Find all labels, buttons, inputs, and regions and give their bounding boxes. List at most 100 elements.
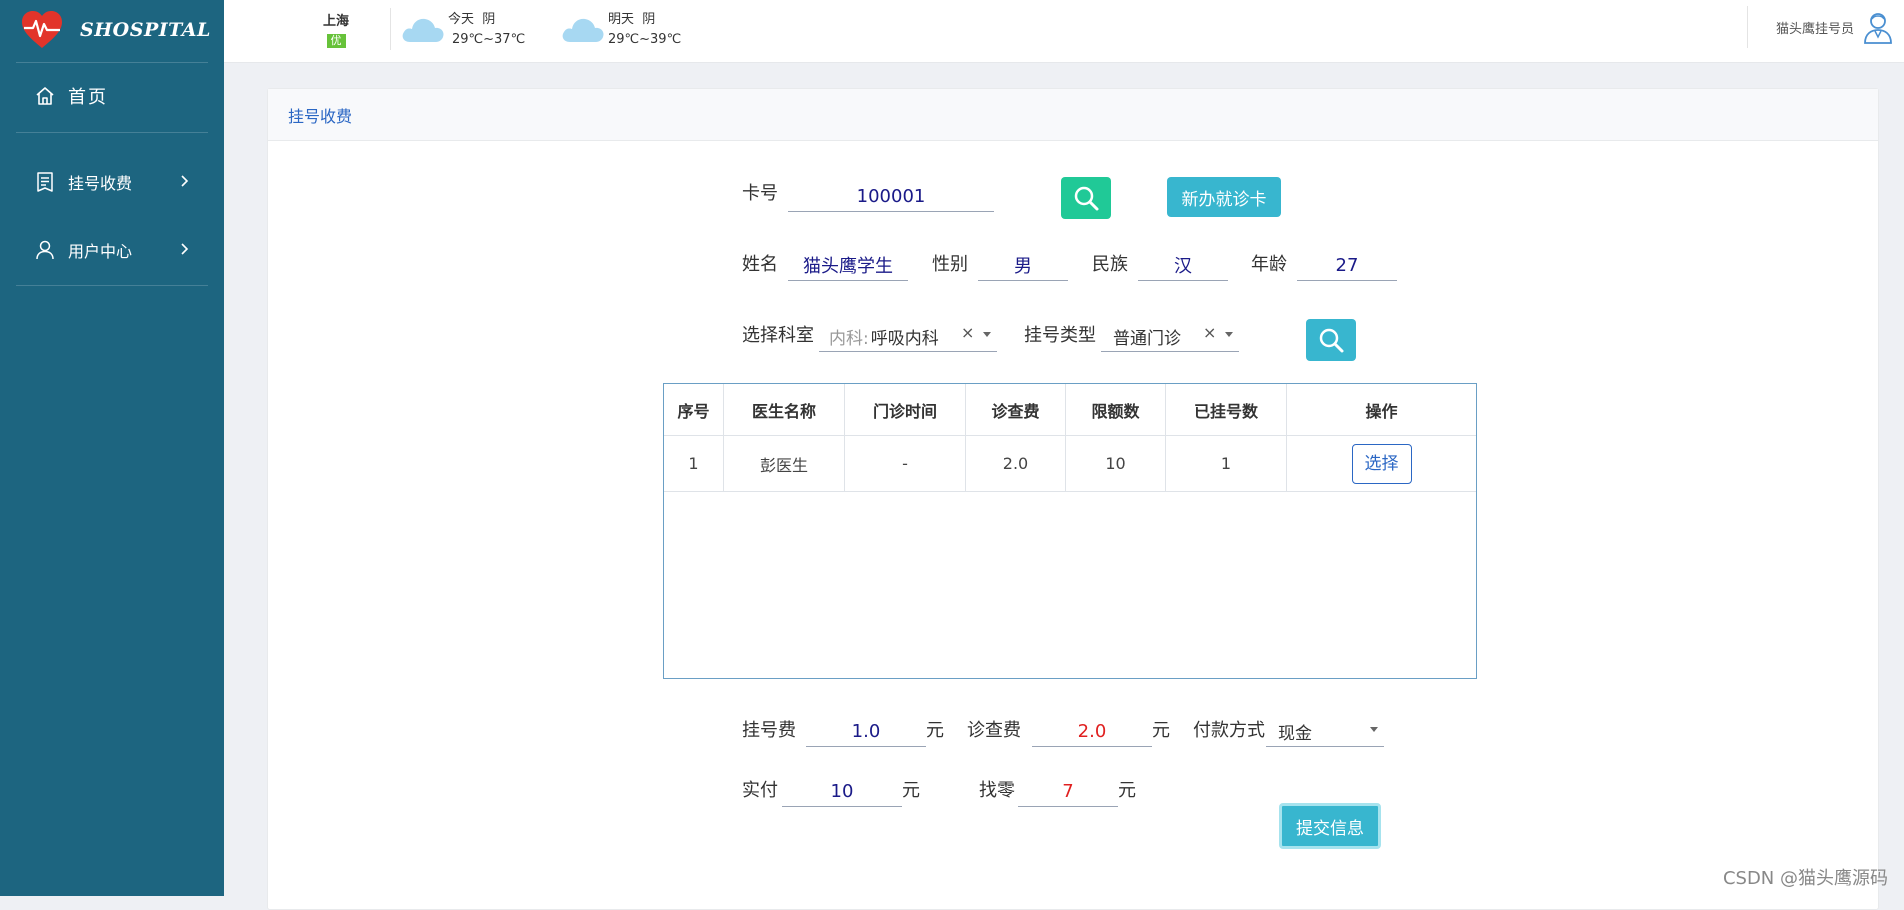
user-menu[interactable]: 猫头鹰挂号员 bbox=[1746, 0, 1904, 54]
sidebar: SHOSPITAL 首页 挂号收费 用户中心 bbox=[0, 0, 224, 896]
card-number-label: 卡号 bbox=[742, 183, 778, 204]
today-label: 今天 bbox=[448, 12, 475, 27]
table-row[interactable]: 1 彭医生 - 2.0 10 1 选择 bbox=[664, 435, 1476, 492]
cell-action: 选择 bbox=[1286, 435, 1476, 492]
ethnicity-input[interactable] bbox=[1138, 250, 1228, 281]
caret-down-icon bbox=[983, 332, 991, 337]
clear-icon[interactable]: × bbox=[1203, 323, 1216, 342]
select-doctor-button[interactable]: 选择 bbox=[1351, 443, 1412, 484]
registration-type-select[interactable]: 普通门诊 × bbox=[1101, 321, 1239, 352]
top-bar: 上海 优 今天 阴 29℃~37℃ 明天 阴 29℃~39℃ 猫头鹰挂号员 bbox=[224, 0, 1904, 63]
submit-button[interactable]: 提交信息 bbox=[1279, 803, 1381, 849]
cell-limit: 10 bbox=[1065, 435, 1166, 492]
divider bbox=[1746, 6, 1748, 48]
chevron-right-icon bbox=[181, 175, 189, 187]
sidebar-divider bbox=[16, 132, 208, 133]
search-card-button[interactable] bbox=[1061, 177, 1111, 219]
unit-label: 元 bbox=[1152, 720, 1170, 741]
exam-fee-label: 诊查费 bbox=[967, 720, 1021, 741]
home-icon bbox=[36, 87, 54, 105]
change-input[interactable] bbox=[1018, 776, 1118, 807]
paid-label: 实付 bbox=[742, 780, 778, 801]
gender-input[interactable] bbox=[978, 250, 1068, 281]
name-label: 姓名 bbox=[742, 254, 778, 275]
doctor-avatar-icon[interactable] bbox=[1862, 10, 1894, 44]
column-header: 诊查费 bbox=[965, 384, 1066, 436]
caret-down-icon bbox=[1370, 727, 1378, 732]
column-header: 门诊时间 bbox=[844, 384, 966, 436]
search-icon bbox=[1319, 328, 1344, 353]
cell-registered: 1 bbox=[1165, 435, 1287, 492]
cell-doctor: 彭医生 bbox=[723, 435, 845, 492]
department-select[interactable]: 内科: 呼吸内科 × bbox=[819, 321, 997, 352]
unit-label: 元 bbox=[902, 780, 920, 801]
divider bbox=[390, 8, 391, 50]
tomorrow-temp: 29℃~39℃ bbox=[608, 32, 682, 47]
sidebar-divider bbox=[16, 285, 208, 286]
name-input[interactable] bbox=[788, 250, 908, 281]
column-header: 已挂号数 bbox=[1165, 384, 1287, 436]
sidebar-item-home[interactable]: 首页 bbox=[34, 76, 204, 116]
registration-card: 挂号收费 卡号 新办就诊卡 姓名 性别 民族 年龄 选择科室 内科: 呼吸内科 … bbox=[267, 88, 1879, 910]
registration-fee-label: 挂号费 bbox=[742, 720, 796, 741]
sidebar-divider bbox=[16, 62, 208, 63]
today-temp: 29℃~37℃ bbox=[452, 32, 526, 47]
sidebar-item-registration[interactable]: 挂号收费 bbox=[34, 162, 204, 202]
cell-time: - bbox=[844, 435, 966, 492]
column-header: 限额数 bbox=[1065, 384, 1166, 436]
column-header: 序号 bbox=[664, 384, 724, 436]
department-value: 呼吸内科 bbox=[870, 328, 939, 349]
department-label: 选择科室 bbox=[742, 325, 814, 346]
aqi-badge: 优 bbox=[326, 34, 346, 48]
weather-today: 今天 阴 29℃~37℃ bbox=[400, 10, 525, 50]
search-icon bbox=[1074, 186, 1099, 211]
watermark: CSDN @猫头鹰源码 bbox=[1722, 868, 1888, 889]
payment-method-label: 付款方式 bbox=[1193, 720, 1265, 741]
city-name: 上海 bbox=[322, 14, 349, 29]
registration-fee-input[interactable] bbox=[806, 716, 926, 747]
age-input[interactable] bbox=[1297, 250, 1397, 281]
column-header: 医生名称 bbox=[723, 384, 845, 436]
card-header: 挂号收费 bbox=[268, 89, 1878, 141]
exam-fee-input[interactable] bbox=[1032, 716, 1152, 747]
page-title: 挂号收费 bbox=[288, 106, 353, 126]
registration-type-label: 挂号类型 bbox=[1024, 325, 1096, 346]
heart-pulse-icon bbox=[22, 11, 62, 48]
tomorrow-label: 明天 bbox=[608, 12, 635, 27]
paid-input[interactable] bbox=[782, 776, 902, 807]
weather-tomorrow: 明天 阴 29℃~39℃ bbox=[560, 10, 681, 50]
logo-text: SHOSPITAL bbox=[80, 19, 211, 41]
logo[interactable]: SHOSPITAL bbox=[20, 8, 211, 52]
sidebar-item-label: 用户中心 bbox=[68, 242, 133, 261]
chevron-right-icon bbox=[181, 243, 189, 255]
receipt-icon bbox=[37, 172, 53, 192]
new-card-button[interactable]: 新办就诊卡 bbox=[1167, 177, 1281, 217]
change-label: 找零 bbox=[979, 780, 1015, 801]
clear-icon[interactable]: × bbox=[961, 323, 974, 342]
search-doctors-button[interactable] bbox=[1306, 319, 1356, 361]
unit-label: 元 bbox=[926, 720, 944, 741]
unit-label: 元 bbox=[1118, 780, 1136, 801]
sidebar-item-user-center[interactable]: 用户中心 bbox=[34, 230, 204, 270]
cloud-icon bbox=[562, 18, 604, 42]
tomorrow-condition: 阴 bbox=[642, 12, 656, 27]
user-name[interactable]: 猫头鹰挂号员 bbox=[1776, 18, 1854, 37]
cell-no: 1 bbox=[664, 435, 724, 492]
registration-type-value: 普通门诊 bbox=[1113, 328, 1181, 349]
table-header-row: 序号 医生名称 门诊时间 诊查费 限额数 已挂号数 操作 bbox=[664, 384, 1476, 436]
department-prefix: 内科: bbox=[829, 328, 869, 349]
column-header: 操作 bbox=[1286, 384, 1476, 436]
city-weather: 上海 优 bbox=[320, 10, 352, 48]
sidebar-item-label: 首页 bbox=[68, 87, 108, 108]
caret-down-icon bbox=[1225, 332, 1233, 337]
user-icon bbox=[36, 240, 54, 260]
payment-method-select[interactable]: 现金 bbox=[1266, 716, 1384, 747]
payment-method-value: 现金 bbox=[1278, 723, 1312, 744]
gender-label: 性别 bbox=[932, 254, 968, 275]
card-number-input[interactable] bbox=[788, 181, 994, 212]
cell-fee: 2.0 bbox=[965, 435, 1066, 492]
age-label: 年龄 bbox=[1251, 254, 1287, 275]
cloud-icon bbox=[402, 18, 444, 42]
ethnicity-label: 民族 bbox=[1092, 254, 1128, 275]
doctor-table: 序号 医生名称 门诊时间 诊查费 限额数 已挂号数 操作 1 彭医生 - 2.0… bbox=[663, 383, 1477, 679]
